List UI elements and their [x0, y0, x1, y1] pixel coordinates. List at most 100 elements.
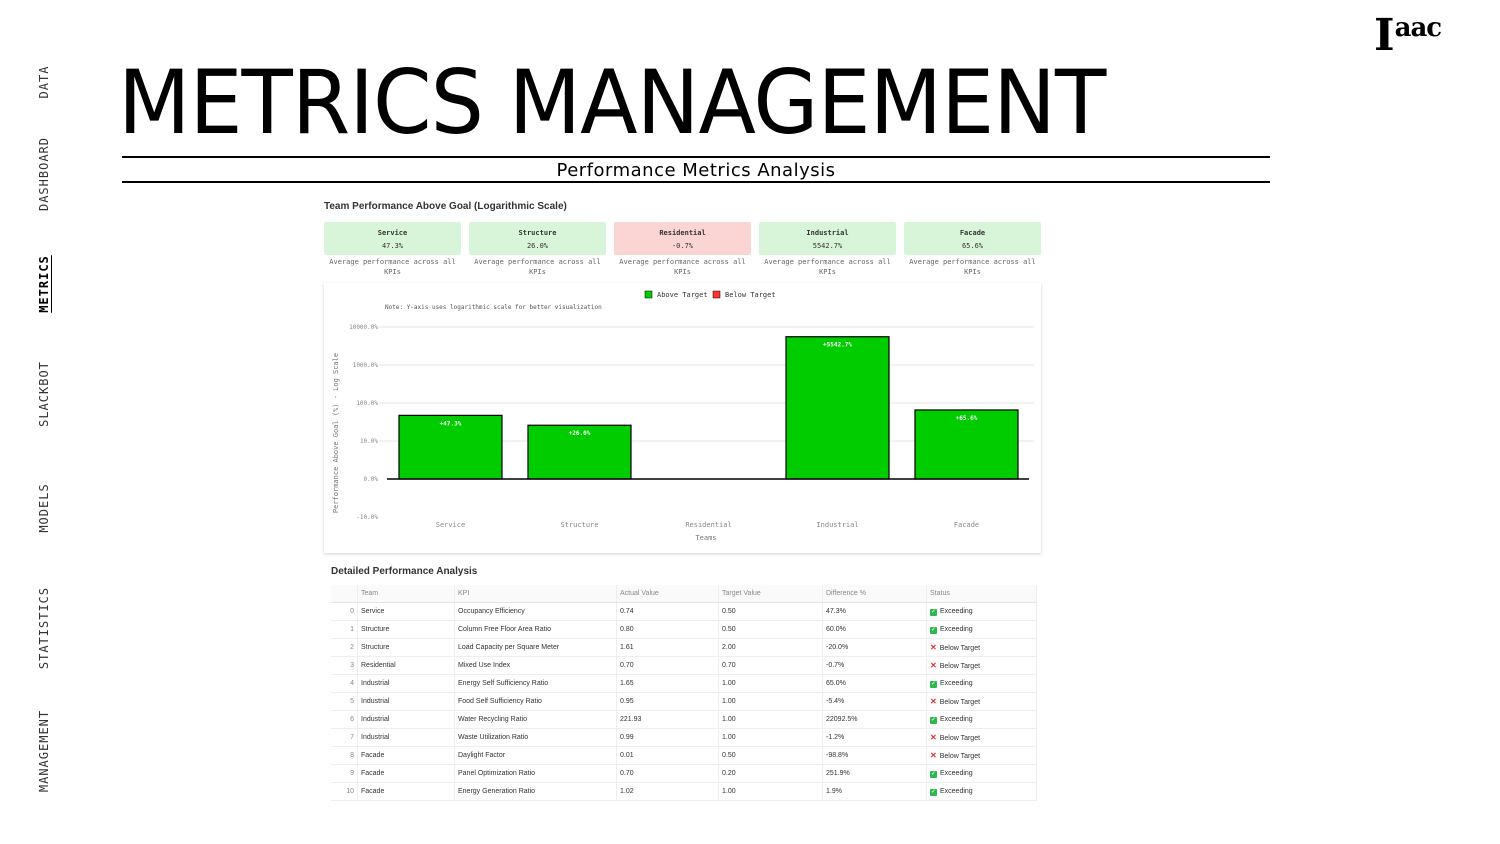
y-tick-label: 1000.0% [353, 362, 379, 369]
table-cell: 47.3% [822, 602, 927, 621]
card-value: 26.0% [526, 242, 549, 250]
table-cell: 0.70 [616, 656, 719, 675]
card-desc: Average performance across all KPIs [764, 258, 891, 276]
table-row[interactable]: 5 Industrial Food Self Sufficiency Ratio 0.… [331, 692, 1037, 711]
performance-chart: Above Target Below Target Note: Y-axis u… [324, 283, 1041, 553]
table-cell: 0 [331, 602, 358, 621]
page-subtitle: Performance Metrics Analysis [556, 160, 836, 181]
nav-data[interactable]: DATA [37, 66, 51, 99]
table-row[interactable]: 10 Facade Energy Generation Ratio 1.02 1.00 1… [331, 782, 1037, 801]
column-header[interactable]: Actual Value [616, 585, 719, 603]
table-cell: Industrial [357, 728, 455, 747]
x-tick-label: Industrial [816, 521, 858, 529]
table-row[interactable]: 4 Industrial Energy Self Sufficiency Ratio… [331, 674, 1037, 693]
table-cell: 1.00 [718, 692, 823, 711]
status-label: Exceeding [940, 787, 973, 795]
column-header[interactable]: Target Value [718, 585, 823, 603]
x-tick-label: Structure [561, 521, 599, 529]
table-cell: 0.20 [718, 764, 823, 783]
y-tick-label: 0.0% [364, 476, 379, 483]
status-cell: ✕ Below Target [926, 692, 1037, 711]
nav-models[interactable]: MODELS [37, 483, 51, 532]
table-cell: 1.00 [718, 728, 823, 747]
table-cell: 0.01 [616, 746, 719, 765]
table-row[interactable]: 7 Industrial Waste Utilization Ratio 0.99 1.… [331, 728, 1037, 747]
card-name: Structure [518, 229, 557, 237]
legend-swatch-below [712, 290, 721, 299]
table-cell: Industrial [357, 710, 455, 729]
check-icon: ✓ [930, 626, 937, 634]
nav-slackbot[interactable]: SLACKBOT [37, 361, 51, 427]
bar-data-label: +5542.7% [823, 342, 852, 349]
title-rule-bottom [122, 181, 1270, 183]
iaac-logo: Iaac [1374, 10, 1442, 61]
table-cell: Food Self Sufficiency Ratio [454, 692, 617, 711]
card-desc: Average performance across all KPIs [474, 258, 601, 276]
table-cell: 1.00 [718, 710, 823, 729]
status-cell: ✕ Below Target [926, 746, 1037, 765]
metric-card-structure: Structure 26.0% [469, 222, 606, 255]
status-cell: ✓ Exceeding [926, 620, 1037, 639]
performance-chart-svg: Above Target Below Target Note: Y-axis u… [332, 290, 1034, 542]
column-header[interactable]: Status [926, 585, 1037, 603]
table-cell: Waste Utilization Ratio [454, 728, 617, 747]
nav-management[interactable]: MANAGEMENT [37, 710, 51, 792]
legend-label-above: Above Target [657, 291, 708, 299]
table-cell: -1.2% [822, 728, 927, 747]
table-cell: 65.0% [822, 674, 927, 693]
check-icon: ✓ [930, 788, 937, 796]
status-cell: ✓ Exceeding [926, 782, 1037, 801]
metric-card-residential: Residential -0.7% [614, 222, 751, 255]
status-cell: ✓ Exceeding [926, 602, 1037, 621]
table-row[interactable]: 6 Industrial Water Recycling Ratio 221.93 1.… [331, 710, 1037, 729]
cross-icon: ✕ [930, 697, 937, 706]
table-row[interactable]: 9 Facade Panel Optimization Ratio 0.70 0.20 2… [331, 764, 1037, 783]
table-cell: 0.95 [616, 692, 719, 711]
table-row[interactable]: 1 Structure Column Free Floor Area Ratio 0.… [331, 620, 1037, 639]
card-value: 65.6% [961, 242, 984, 250]
status-cell: ✓ Exceeding [926, 764, 1037, 783]
column-header[interactable]: Team [357, 585, 455, 603]
cross-icon: ✕ [930, 643, 937, 652]
metric-card-service: Service 47.3% [324, 222, 461, 255]
x-tick-label: Facade [954, 521, 979, 529]
metric-card-industrial: Industrial 5542.7% [759, 222, 896, 255]
performance-table: Team KPI Actual Value Target Value Diffe… [331, 585, 1037, 801]
nav-statistics[interactable]: STATISTICS [37, 587, 51, 669]
table-section-title: Detailed Performance Analysis [331, 566, 478, 577]
table-cell: 1.02 [616, 782, 719, 801]
table-cell: 0.74 [616, 602, 719, 621]
table-cell: Water Recycling Ratio [454, 710, 617, 729]
table-row[interactable]: 8 Facade Daylight Factor 0.01 0.50 -98.8% ✕ Bel… [331, 746, 1037, 765]
nav-dashboard[interactable]: DASHBOARD [37, 137, 51, 211]
table-cell: Service [357, 602, 455, 621]
x-axis-label: Teams [695, 534, 716, 542]
table-cell: 9 [331, 764, 358, 783]
table-cell: Structure [357, 638, 455, 657]
check-icon: ✓ [930, 608, 937, 616]
title-rule-top [122, 156, 1270, 158]
status-label: Below Target [939, 753, 981, 760]
table-cell: 1.61 [616, 638, 719, 657]
table-row[interactable]: 0 Service Occupancy Efficiency 0.74 0.50 47.3… [331, 602, 1037, 621]
column-header[interactable]: Difference % [822, 585, 927, 603]
column-header[interactable]: KPI [454, 585, 617, 603]
check-icon: ✓ [930, 680, 937, 688]
table-row[interactable]: 2 Structure Load Capacity per Square Meter… [331, 638, 1037, 657]
table-cell: 251.9% [822, 764, 927, 783]
nav-metrics[interactable]: METRICS [37, 255, 51, 313]
cross-icon: ✕ [930, 661, 937, 670]
table-cell: 1.9% [822, 782, 927, 801]
table-cell: 7 [331, 728, 358, 747]
status-label: Below Target [939, 645, 981, 652]
table-cell: 0.80 [616, 620, 719, 639]
column-header[interactable] [331, 585, 358, 603]
chart-section-title: Team Performance Above Goal (Logarithmic… [324, 201, 567, 212]
table-cell: 3 [331, 656, 358, 675]
bar-industrial [785, 336, 890, 480]
table-cell: 0.99 [616, 728, 719, 747]
y-axis-label: Performance Above Goal (%) - Log Scale [332, 353, 340, 513]
check-icon: ✓ [930, 770, 937, 778]
table-row[interactable]: 3 Residential Mixed Use Index 0.70 0.70 -0.7%… [331, 656, 1037, 675]
table-cell: Mixed Use Index [454, 656, 617, 675]
